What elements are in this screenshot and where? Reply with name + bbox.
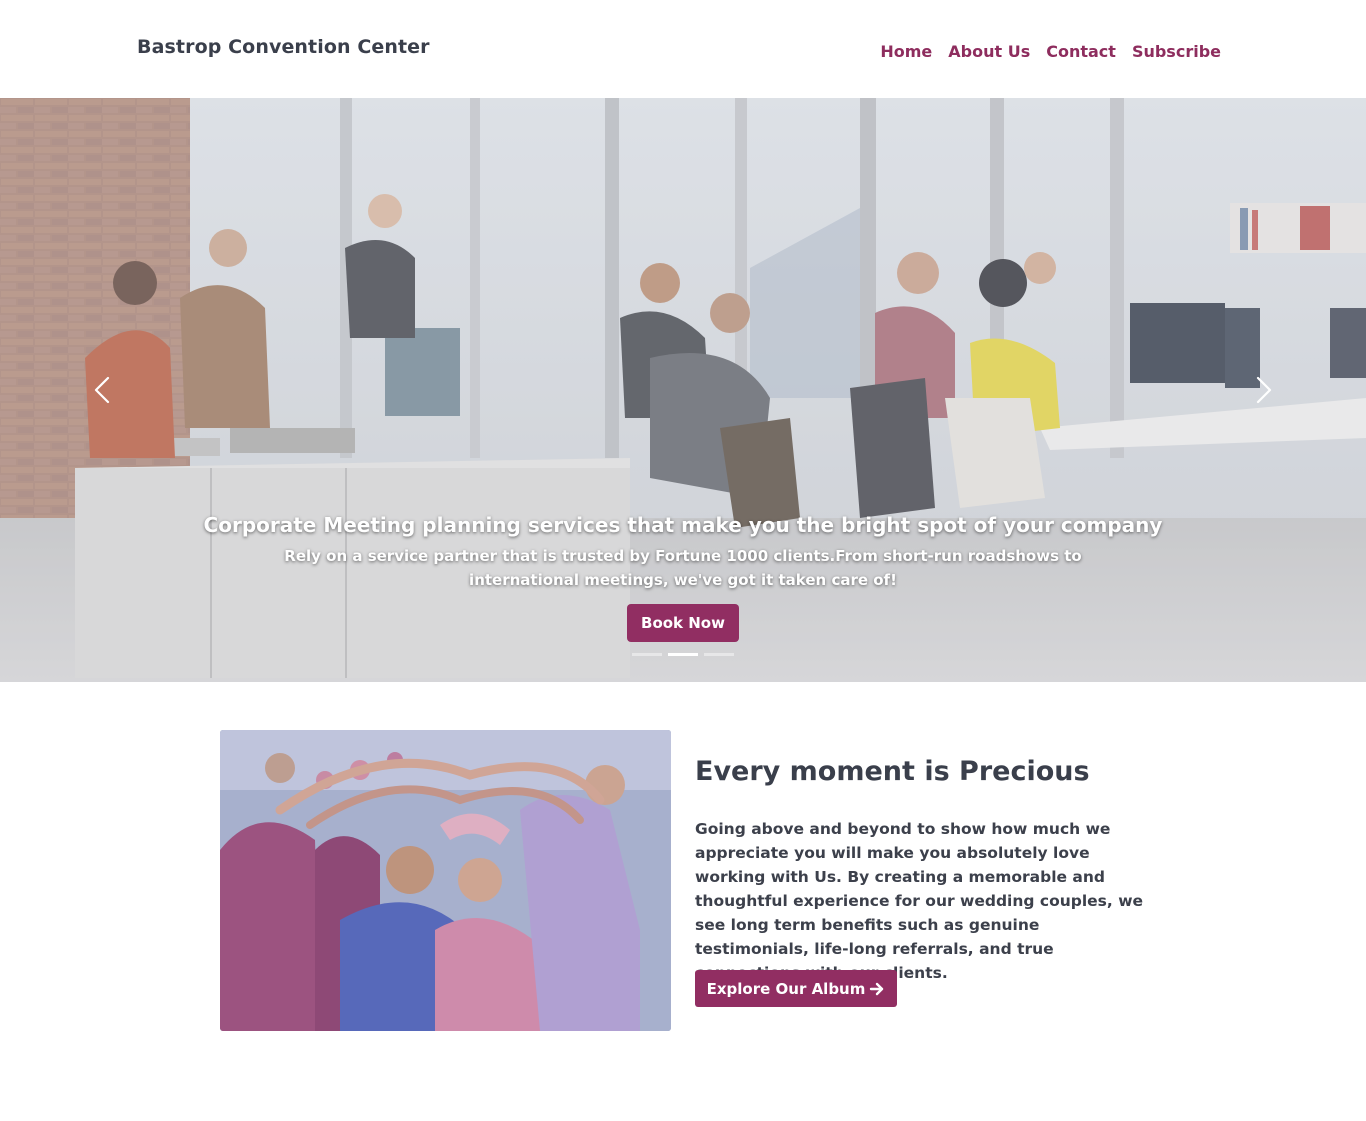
book-now-button[interactable]: Book Now	[627, 604, 739, 642]
feature-title: Every moment is Precious	[695, 756, 1090, 787]
hero-caption: Corporate Meeting planning services that…	[183, 510, 1183, 592]
arrow-right-icon	[870, 982, 884, 995]
carousel-indicators	[632, 653, 734, 656]
carousel-prev-button[interactable]	[84, 370, 124, 410]
hero-title: Corporate Meeting planning services that…	[203, 513, 1163, 537]
nav-link-subscribe[interactable]: Subscribe	[1132, 42, 1221, 61]
chevron-right-icon	[1256, 376, 1272, 404]
nav-link-about-us[interactable]: About Us	[948, 42, 1030, 61]
hero-carousel: Corporate Meeting planning services that…	[0, 98, 1366, 682]
carousel-indicator-3[interactable]	[704, 653, 734, 656]
carousel-indicator-2[interactable]	[668, 653, 698, 656]
hero-overlay	[0, 98, 1366, 682]
nav-link-home[interactable]: Home	[880, 42, 932, 61]
wedding-photo	[220, 730, 671, 1031]
chevron-left-icon	[94, 376, 110, 404]
nav-link-contact[interactable]: Contact	[1046, 42, 1116, 61]
hero-subtitle: Rely on a service partner that is truste…	[284, 547, 1082, 589]
site-header: Bastrop Convention Center Home About Us …	[0, 0, 1366, 98]
brand-logo-text[interactable]: Bastrop Convention Center	[137, 36, 430, 58]
feature-description: Going above and beyond to show how much …	[695, 820, 1144, 982]
explore-album-button[interactable]: Explore Our Album	[695, 970, 897, 1007]
explore-album-label: Explore Our Album	[706, 979, 866, 998]
main-nav: Home About Us Contact Subscribe	[880, 42, 1221, 61]
carousel-indicator-1[interactable]	[632, 653, 662, 656]
carousel-next-button[interactable]	[1242, 370, 1282, 410]
